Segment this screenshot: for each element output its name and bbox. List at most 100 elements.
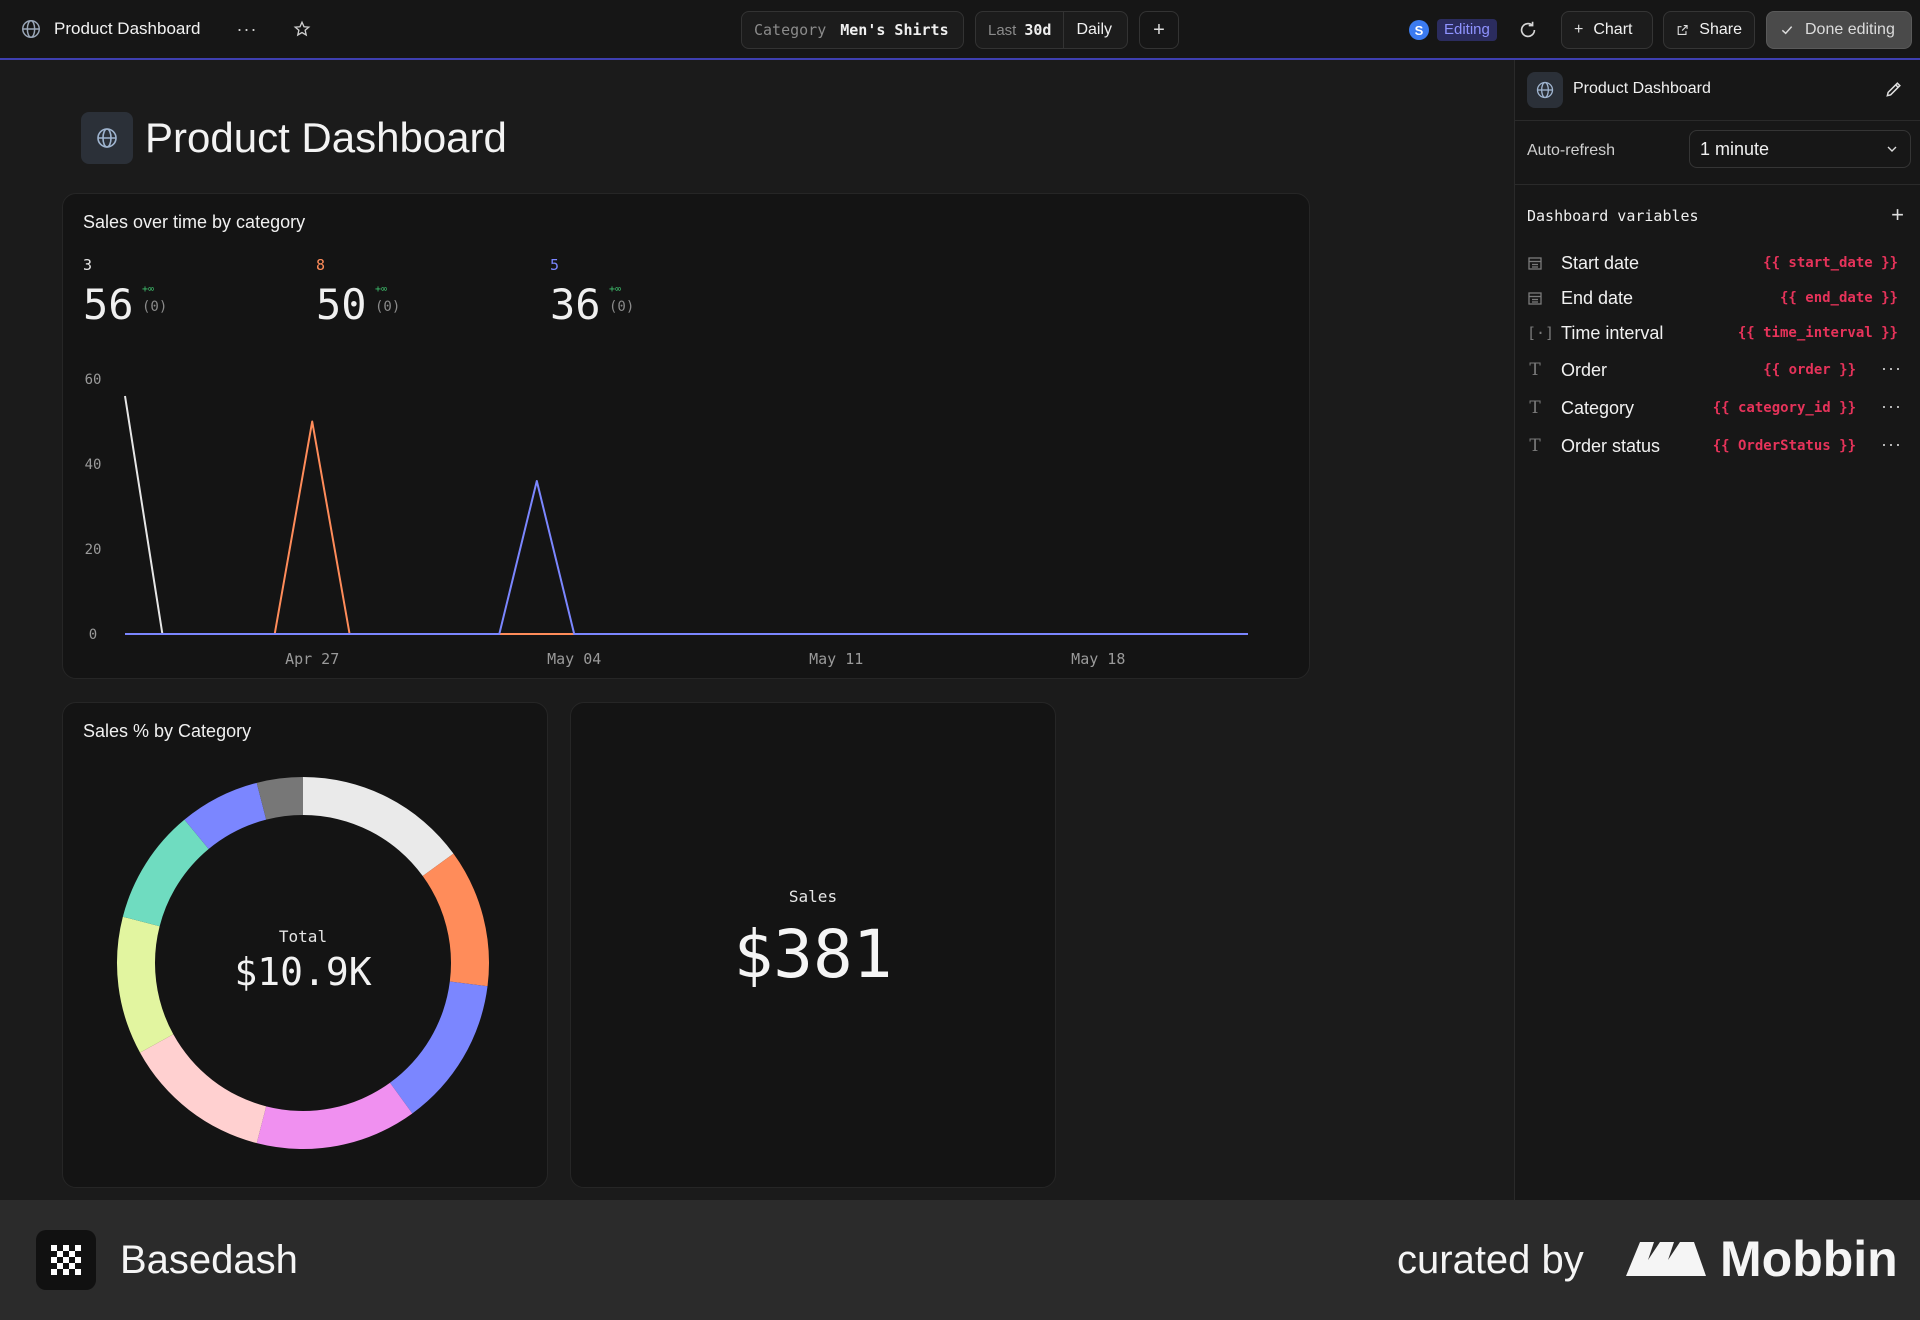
add-chart-label: Chart (1593, 21, 1633, 38)
variable-more-button[interactable]: ··· (1881, 434, 1902, 455)
kpi-value: 36 (550, 280, 601, 329)
variable-row[interactable]: Start date {{ start_date }} (1515, 249, 1920, 279)
share-button[interactable]: Share (1663, 11, 1755, 49)
series-line-3[interactable] (124, 395, 1248, 635)
stat-block: Sales $381 (571, 887, 1055, 993)
dashboard-icon[interactable] (81, 112, 133, 164)
donut-center-value: $10.9K (234, 949, 372, 994)
variable-name: Order status (1561, 436, 1661, 456)
add-variable-button[interactable]: + (1891, 202, 1904, 228)
auto-refresh-value: 1 minute (1700, 139, 1770, 159)
share-label: Share (1699, 21, 1742, 38)
interval-filter-value: Daily (1076, 21, 1113, 38)
card-title: Sales % by Category (83, 721, 252, 741)
series-line-5[interactable] (125, 480, 1248, 635)
globe-icon (97, 128, 117, 148)
card-title: Sales over time by category (83, 212, 306, 232)
done-editing-button[interactable]: Done editing (1766, 11, 1912, 49)
checker-icon (51, 1245, 81, 1275)
variable-tag: {{ order }} (1763, 362, 1856, 378)
variable-name: Time interval (1561, 323, 1664, 343)
interval-filter[interactable]: Daily (1063, 12, 1124, 48)
editor-avatar: S (1409, 20, 1429, 40)
range-filter-key: Last (988, 21, 1017, 39)
panel-dashboard-icon[interactable] (1527, 72, 1563, 108)
footer-banner: Basedash curated by Mobbin (0, 1200, 1920, 1320)
text-icon: T (1529, 398, 1541, 418)
kpi-delta: +∞ (609, 284, 622, 295)
calendar-icon (1528, 292, 1542, 305)
kpi-series-5: 5 36 +∞ (0) (550, 256, 634, 329)
range-filter-value: 30d (1024, 21, 1052, 39)
globe-icon (1536, 81, 1554, 99)
calendar-icon (1528, 257, 1542, 270)
auto-refresh-row: Auto-refresh 1 minute (1515, 120, 1920, 185)
date-range-filter: Last 30d Daily (975, 11, 1128, 49)
line-chart[interactable]: 0 20 40 60 Apr 27 May 04 May 11 May 18 (63, 344, 1309, 674)
kpi-value: 56 (83, 280, 134, 329)
kpi-row: 3 56 +∞ (0) 8 50 +∞ (0) 5 36 +∞ (0) (83, 256, 783, 329)
brand-name: Basedash (120, 1238, 298, 1282)
pencil-icon[interactable] (1884, 79, 1904, 99)
sales-over-time-card[interactable]: Sales over time by category 3 56 +∞ (0) … (62, 193, 1310, 679)
sales-pct-card[interactable]: Sales % by Category Total $10.9K (62, 702, 548, 1188)
variable-name: End date (1561, 288, 1634, 308)
variable-more-button[interactable]: ··· (1881, 396, 1902, 417)
variable-tag: {{ category_id }} (1712, 400, 1856, 416)
auto-refresh-select[interactable]: 1 minute (1689, 130, 1911, 168)
variable-tag: {{ OrderStatus }} (1712, 438, 1856, 454)
dashboard-canvas: Product Dashboard Sales over time by cat… (0, 60, 1514, 1200)
y-tick-label: 0 (89, 627, 97, 643)
mobbin-logo-icon (1626, 1242, 1706, 1276)
category-filter-key: Category (754, 21, 827, 39)
globe-icon (22, 20, 40, 38)
basedash-logo (36, 1230, 96, 1290)
star-icon[interactable] (293, 20, 311, 38)
y-tick-label: 40 (85, 457, 102, 473)
chevron-down-icon (1887, 146, 1897, 152)
variable-more-button[interactable]: ··· (1881, 358, 1902, 379)
add-filter-button[interactable]: + (1139, 11, 1179, 49)
variable-row[interactable]: T Order status {{ OrderStatus }} ··· (1515, 432, 1920, 462)
more-options-button[interactable]: ··· (236, 19, 257, 40)
variable-name: Start date (1561, 253, 1640, 273)
kpi-previous: (0) (375, 299, 401, 315)
variable-row[interactable]: T Category {{ category_id }} ··· (1515, 394, 1920, 424)
variable-name: Category (1561, 398, 1635, 418)
share-icon (1677, 25, 1688, 35)
variable-tag: {{ start_date }} (1763, 255, 1898, 271)
editing-badge: Editing (1437, 19, 1497, 41)
variable-row[interactable]: T Order {{ order }} ··· (1515, 356, 1920, 386)
series-line-8[interactable] (125, 420, 1248, 635)
sales-stat-card[interactable]: Sales $381 (570, 702, 1056, 1188)
stat-value: $381 (733, 916, 893, 993)
kpi-delta: +∞ (142, 284, 155, 295)
refresh-icon[interactable] (1517, 19, 1539, 41)
y-tick-label: 20 (85, 542, 102, 558)
variable-row[interactable]: [·] Time interval {{ time_interval }} (1515, 319, 1920, 349)
add-chart-button[interactable]: + Chart (1561, 11, 1653, 49)
kpi-label: 3 (83, 256, 93, 274)
donut-center: Total $10.9K (113, 773, 493, 1153)
donut-chart-wrap: Total $10.9K (113, 773, 493, 1153)
kpi-label: 8 (316, 256, 326, 274)
kpi-series-8: 8 50 +∞ (0) (316, 256, 400, 329)
category-filter[interactable]: Category Men's Shirts (741, 11, 964, 49)
page-title[interactable]: Product Dashboard (145, 114, 507, 162)
dashboard-header: Product Dashboard ··· (20, 0, 311, 58)
range-filter[interactable]: Last 30d (976, 12, 1063, 48)
stat-label: Sales (788, 887, 838, 906)
kpi-previous: (0) (609, 299, 635, 315)
kpi-series-3: 3 56 +∞ (0) (83, 256, 167, 329)
y-tick-label: 60 (85, 372, 102, 388)
variable-tag: {{ end_date }} (1779, 290, 1898, 306)
x-tick-label: May 18 (1071, 650, 1125, 668)
panel-title: Product Dashboard (1573, 80, 1711, 97)
kpi-label: 5 (550, 256, 560, 274)
dashboard-title[interactable]: Product Dashboard (54, 19, 200, 39)
variable-row[interactable]: End date {{ end_date }} (1515, 284, 1920, 314)
page-header: Product Dashboard (81, 112, 507, 164)
settings-panel: Product Dashboard Auto-refresh 1 minute … (1514, 60, 1920, 1200)
bracket-icon: [·] (1527, 324, 1555, 342)
done-editing-label: Done editing (1805, 21, 1895, 38)
